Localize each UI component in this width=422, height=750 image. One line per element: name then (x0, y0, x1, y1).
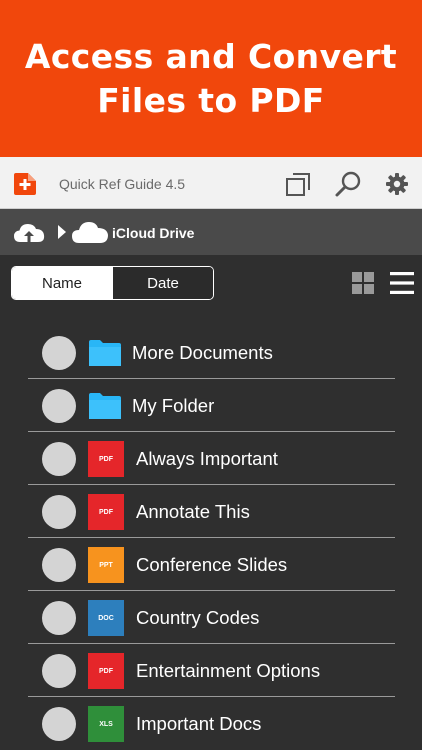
list-item[interactable]: PDF Always Important (28, 432, 395, 485)
select-radio[interactable] (42, 442, 76, 476)
sort-segmented-control: Name Date (11, 266, 214, 300)
list-item[interactable]: My Folder (28, 379, 395, 432)
pdf-file-icon: PDF (88, 441, 124, 477)
document-title: Quick Ref Guide 4.5 (59, 176, 186, 192)
copy-pages-icon[interactable] (284, 170, 312, 198)
toolbar: Quick Ref Guide 4.5 (0, 157, 422, 209)
select-radio[interactable] (42, 601, 76, 635)
select-radio[interactable] (42, 548, 76, 582)
ppt-file-icon: PPT (88, 547, 124, 583)
search-icon[interactable] (334, 170, 362, 198)
select-radio[interactable] (42, 654, 76, 688)
file-name: More Documents (132, 342, 273, 363)
path-bar: iCloud Drive (0, 209, 422, 255)
banner-title: Access and Convert Files to PDF (24, 36, 398, 120)
file-name: Always Important (136, 448, 278, 469)
select-radio[interactable] (42, 495, 76, 529)
sort-by-date-button[interactable]: Date (112, 267, 213, 299)
sort-by-name-button[interactable]: Name (12, 267, 112, 299)
list-item[interactable]: PDF Entertainment Options (28, 644, 395, 697)
file-name: Important Docs (136, 713, 262, 734)
folder-icon (89, 393, 121, 419)
file-name: Annotate This (136, 501, 250, 522)
pdf-file-icon: PDF (88, 653, 124, 689)
grid-view-icon[interactable] (352, 272, 374, 294)
list-item[interactable]: XLS Important Docs (28, 697, 395, 750)
file-name: My Folder (132, 395, 215, 416)
select-radio[interactable] (42, 707, 76, 741)
doc-file-icon: DOC (88, 600, 124, 636)
cloud-icon[interactable] (71, 220, 109, 245)
cloud-upload-icon[interactable] (12, 221, 48, 245)
select-radio[interactable] (42, 336, 76, 370)
pdf-file-icon: PDF (88, 494, 124, 530)
location-label[interactable]: iCloud Drive (112, 225, 194, 241)
list-item[interactable]: PPT Conference Slides (28, 538, 395, 591)
chevron-right-icon (58, 225, 66, 239)
file-name: Country Codes (136, 607, 260, 628)
promo-banner: Access and Convert Files to PDF (0, 0, 422, 157)
list-item[interactable]: PDF Annotate This (28, 485, 395, 538)
list-item[interactable]: More Documents (28, 326, 395, 379)
file-name: Entertainment Options (136, 660, 321, 681)
select-radio[interactable] (42, 389, 76, 423)
gear-icon[interactable] (383, 170, 411, 198)
add-document-icon[interactable] (12, 171, 38, 197)
file-list: More Documents My Folder PDF Always Impo… (28, 326, 395, 750)
list-view-icon[interactable] (390, 271, 414, 295)
folder-icon (89, 340, 121, 366)
list-item[interactable]: DOC Country Codes (28, 591, 395, 644)
xls-file-icon: XLS (88, 706, 124, 742)
file-name: Conference Slides (136, 554, 288, 575)
